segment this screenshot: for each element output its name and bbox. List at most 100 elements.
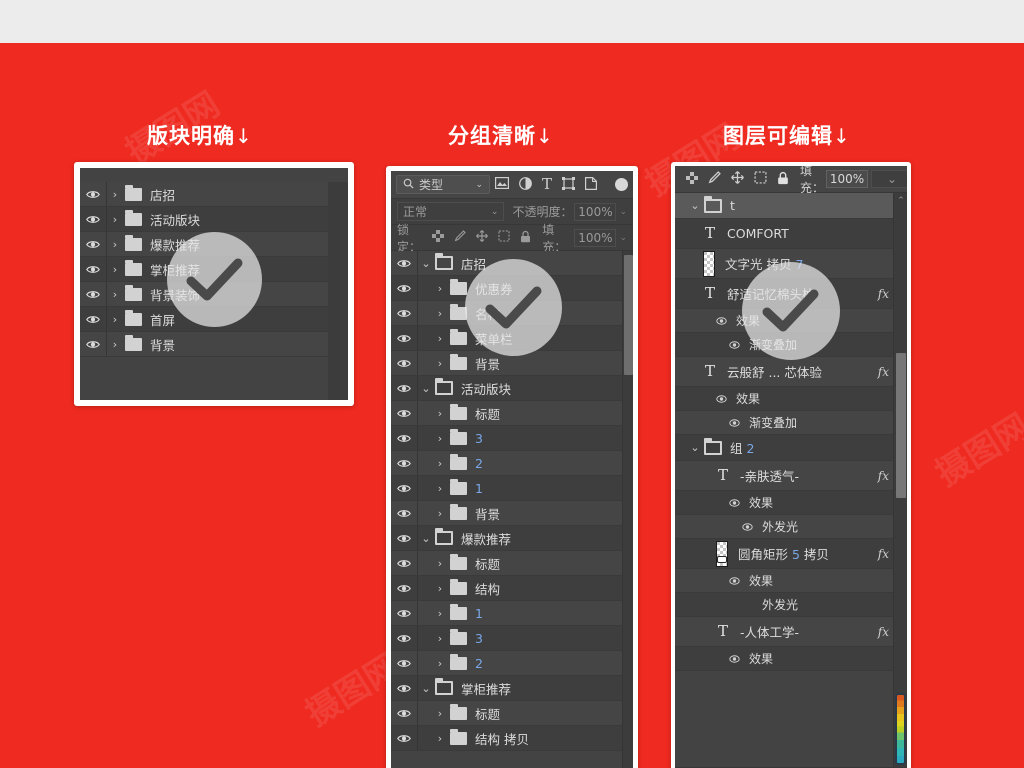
layer-row[interactable]: 效果 (675, 387, 907, 411)
twirl-icon[interactable]: › (432, 482, 448, 495)
twirl-icon[interactable]: ⌄ (418, 532, 434, 545)
lock-position-icon[interactable] (476, 230, 489, 245)
twirl-icon[interactable]: › (432, 657, 448, 670)
twirl-icon[interactable]: › (432, 432, 448, 445)
eye-icon[interactable] (391, 434, 417, 443)
effects-eye-icon[interactable] (713, 316, 729, 325)
twirl-icon[interactable]: › (107, 338, 123, 351)
twirl-icon[interactable]: › (432, 282, 448, 295)
layer-row[interactable]: › 首屏 (80, 307, 348, 332)
layer-effects-fx-icon[interactable]: fx (878, 287, 893, 301)
middle-lock-bar[interactable]: 锁定： 填充： 100% ⌄ (391, 223, 633, 254)
middle-layer-list[interactable]: ⌄ 店招 › 优惠券 › 名称 › 菜单栏 › 背景 ⌄ 活动版块 › 标题 › 3 › 2 › 1 › 背景 ⌄ 爆款推荐 ›… (391, 251, 633, 751)
layer-filter-select[interactable]: 类型 ⌄ (396, 175, 490, 194)
right-vertical-scrollbar[interactable]: ⌃ ⌄ (893, 193, 907, 767)
effects-eye-icon[interactable] (726, 654, 742, 663)
layer-row[interactable]: 效果 (675, 491, 907, 515)
lock-position-icon[interactable] (731, 171, 744, 187)
layer-row[interactable]: ⌄ t (675, 193, 907, 219)
eye-icon[interactable] (391, 584, 417, 593)
layer-effects-fx-icon[interactable]: fx (878, 625, 893, 639)
layer-row[interactable]: › 优惠券 (391, 276, 633, 301)
layer-row[interactable]: › 活动版块 (80, 207, 348, 232)
twirl-icon[interactable]: › (432, 457, 448, 470)
layer-effects-fx-icon[interactable]: fx (878, 547, 893, 561)
layer-row[interactable]: › 标题 (391, 401, 633, 426)
effects-eye-icon[interactable] (713, 394, 729, 403)
layer-row[interactable]: › 2 (391, 651, 633, 676)
twirl-icon[interactable]: › (107, 188, 123, 201)
eye-icon[interactable] (391, 534, 417, 543)
layer-row[interactable]: › 1 (391, 601, 633, 626)
eye-icon[interactable] (391, 484, 417, 493)
layer-effects-fx-icon[interactable]: fx (878, 365, 893, 379)
twirl-icon[interactable]: › (107, 313, 123, 326)
left-layer-list[interactable]: › 店招 › 活动版块 › 爆款推荐 › 掌柜推荐 › 背景装饰 › 首屏 › 背景 (80, 168, 348, 357)
fill-value[interactable]: 100% (574, 228, 617, 247)
fill-stepper-icon[interactable]: ⌄ (619, 233, 627, 243)
layer-row[interactable]: › 名称 (391, 301, 633, 326)
eye-icon[interactable] (391, 684, 417, 693)
lock-image-pixels-icon[interactable] (454, 230, 466, 245)
eye-icon[interactable] (80, 315, 106, 324)
twirl-icon[interactable]: › (432, 632, 448, 645)
fill-value[interactable]: 100% (826, 170, 868, 188)
twirl-icon[interactable]: › (432, 357, 448, 370)
lock-transparent-pixels-icon[interactable] (686, 171, 698, 187)
twirl-icon[interactable]: › (107, 238, 123, 251)
lock-transparent-pixels-icon[interactable] (432, 230, 445, 245)
eye-icon[interactable] (80, 240, 106, 249)
eye-icon[interactable] (80, 265, 106, 274)
eye-icon[interactable] (391, 459, 417, 468)
effects-eye-icon[interactable] (726, 576, 742, 585)
layer-row[interactable]: › 标题 (391, 551, 633, 576)
twirl-icon[interactable]: › (432, 707, 448, 720)
twirl-icon[interactable]: ⌄ (687, 199, 703, 212)
layer-row[interactable]: ⌄ 店招 (391, 251, 633, 276)
layer-row[interactable]: ⌄ 掌柜推荐 (391, 676, 633, 701)
layer-row[interactable]: › 3 (391, 426, 633, 451)
left-panel[interactable]: › 店招 › 活动版块 › 爆款推荐 › 掌柜推荐 › 背景装饰 › 首屏 › 背景 (80, 168, 348, 400)
left-panel-scroll-area[interactable] (328, 182, 348, 400)
layer-row[interactable]: › 背景 (80, 332, 348, 357)
twirl-icon[interactable]: › (107, 213, 123, 226)
eye-icon[interactable] (391, 734, 417, 743)
twirl-icon[interactable]: ⌄ (687, 441, 703, 454)
twirl-icon[interactable]: ⌄ (418, 682, 434, 695)
layer-row[interactable]: › 1 (391, 476, 633, 501)
middle-panel[interactable]: 类型 ⌄ T 正常 ⌄ 不透明度： 100% ⌄ 锁定： 填充： 100% ⌄ … (391, 171, 633, 768)
eye-icon[interactable] (391, 609, 417, 618)
eye-icon[interactable] (391, 509, 417, 518)
blend-mode-select[interactable]: 正常 ⌄ (397, 202, 505, 221)
layer-row[interactable]: 效果 (675, 647, 907, 671)
middle-blend-bar[interactable]: 正常 ⌄ 不透明度： 100% ⌄ (391, 199, 633, 225)
layer-row[interactable]: › 爆款推荐 (80, 232, 348, 257)
layer-row[interactable]: › 店招 (80, 182, 348, 207)
layer-row[interactable]: T舒适记忆棉头枕fx⌃ (675, 279, 907, 309)
layer-row[interactable]: T云般舒 ... 芯体验fx⌃ (675, 357, 907, 387)
layer-effects-fx-icon[interactable]: fx (878, 469, 893, 483)
layer-row[interactable]: › 结构 (391, 576, 633, 601)
eye-icon[interactable] (391, 384, 417, 393)
fill-stepper-icon[interactable]: ⌄ (871, 170, 907, 188)
twirl-icon[interactable]: › (432, 332, 448, 345)
layer-row[interactable]: T COMFORT (675, 219, 907, 249)
scrollbar-thumb[interactable] (624, 255, 633, 375)
layer-row[interactable]: › 3 (391, 626, 633, 651)
effects-eye-icon[interactable] (726, 498, 742, 507)
adjustment-layer-filter-icon[interactable] (519, 176, 532, 193)
eye-icon[interactable] (80, 215, 106, 224)
layer-row[interactable]: 渐变叠加 (675, 333, 907, 357)
effects-eye-icon[interactable] (739, 522, 755, 531)
layer-row[interactable]: 效果 (675, 309, 907, 333)
twirl-icon[interactable]: › (432, 607, 448, 620)
twirl-icon[interactable]: › (107, 263, 123, 276)
opacity-value[interactable]: 100% (574, 202, 617, 221)
shape-layer-filter-icon[interactable] (562, 176, 576, 193)
lock-all-icon[interactable] (520, 230, 531, 246)
eye-icon[interactable] (391, 409, 417, 418)
eye-icon[interactable] (391, 284, 417, 293)
eye-icon[interactable] (391, 634, 417, 643)
twirl-icon[interactable]: › (107, 288, 123, 301)
filter-toggle-switch[interactable] (615, 178, 628, 191)
